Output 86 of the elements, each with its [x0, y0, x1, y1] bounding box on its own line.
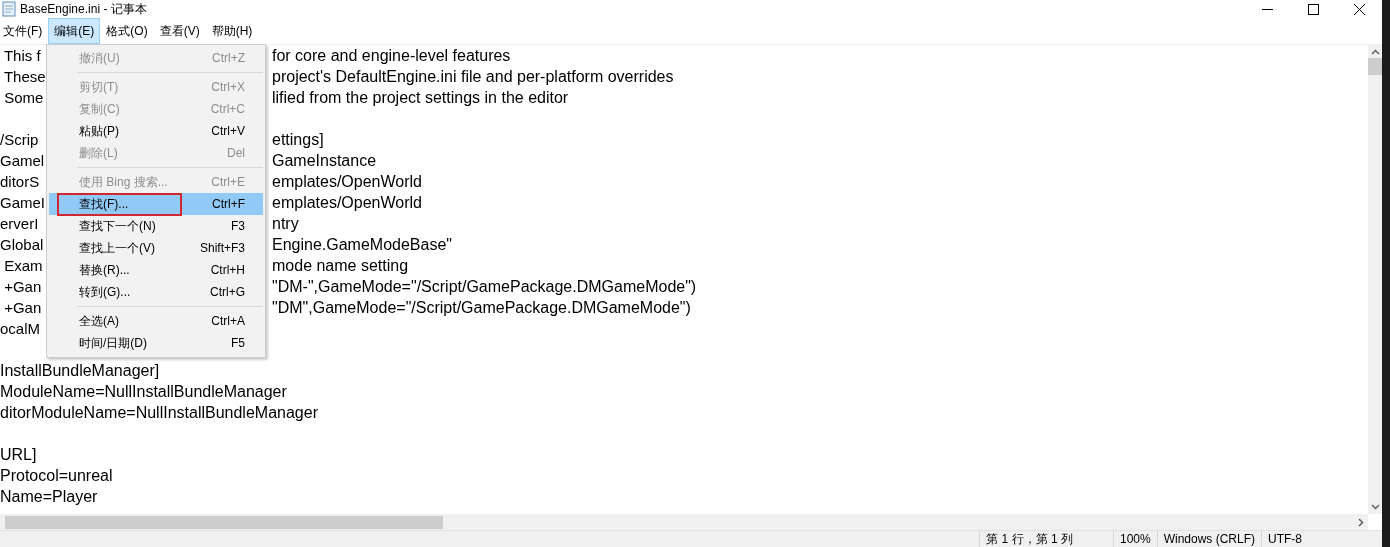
- shortcut-label: Shift+F3: [199, 240, 245, 257]
- menu-item[interactable]: 查找(F)... Ctrl+F: [49, 193, 263, 215]
- window-title: BaseEngine.ini - 记事本: [20, 1, 147, 18]
- text-line: ditorS: [0, 172, 41, 192]
- text-line: This f: [2, 46, 42, 66]
- status-field: 100%: [1112, 531, 1157, 547]
- text-line: project's DefaultEngine.ini file and per-platform overrides: [272, 67, 674, 87]
- menu-item[interactable]: 编辑(E): [48, 18, 101, 44]
- text-line: ModuleName=NullInstallBundleManager: [0, 382, 287, 402]
- menu-item[interactable]: 全选(A) Ctrl+A: [49, 310, 263, 332]
- text-line: emplates/OpenWorld: [272, 193, 422, 213]
- scroll-down-icon[interactable]: [1370, 504, 1380, 510]
- minimize-icon: [1261, 8, 1273, 10]
- text-line: Protocol=unreal: [0, 466, 113, 486]
- shortcut-label: Ctrl+V: [211, 123, 245, 140]
- text-line: +Gan: [3, 277, 43, 297]
- shortcut-label: Ctrl+F: [212, 196, 245, 213]
- menu-item-label: 查找(F)...: [79, 196, 129, 213]
- menu-item-label: 转到(G)...: [79, 284, 131, 301]
- text-line: Global: [0, 235, 44, 255]
- text-line: /Scrip: [0, 130, 40, 150]
- menu-item-label: 时间/日期(D): [79, 335, 147, 352]
- text-line: lified from the project settings in the editor: [272, 88, 569, 108]
- status-field: UTF-8: [1261, 531, 1382, 547]
- menu-item-label: 撤消(U): [79, 50, 120, 67]
- shortcut-label: Ctrl+Z: [212, 50, 245, 67]
- menu-item-label: 替换(R)...: [79, 262, 130, 279]
- text-line: These: [2, 67, 44, 87]
- scroll-right-icon[interactable]: [1358, 517, 1364, 527]
- text-line: ocalM: [0, 319, 41, 339]
- scroll-thumb[interactable]: [5, 515, 443, 529]
- close-icon: [1353, 3, 1365, 15]
- notepad-icon: [2, 1, 16, 17]
- shortcut-label: Ctrl+A: [211, 313, 245, 330]
- text-line: ettings]: [272, 130, 324, 150]
- shortcut-label: Del: [227, 145, 245, 162]
- shortcut-label: Ctrl+G: [210, 284, 245, 301]
- menu-item-label: 删除(L): [79, 145, 118, 162]
- menu-item[interactable]: 帮助(H): [205, 18, 259, 44]
- menu-item[interactable]: 查找下一个(N) F3: [49, 215, 263, 237]
- text-line: Name=Player: [0, 487, 98, 507]
- text-line: for core and engine-level features: [272, 46, 511, 66]
- horizontal-scrollbar[interactable]: [0, 514, 1368, 530]
- menu-item-label: 粘贴(P): [79, 123, 119, 140]
- shortcut-label: Ctrl+E: [211, 174, 245, 191]
- menu-item[interactable]: 文件(F): [0, 18, 49, 44]
- text-line: URL]: [0, 445, 37, 465]
- text-line: "DM",GameMode="/Script/GamePackage.DMGameMode"): [272, 298, 691, 318]
- menu-item[interactable]: 时间/日期(D) F5: [49, 332, 263, 354]
- maximize-icon: [1307, 3, 1319, 15]
- shortcut-label: F5: [231, 335, 245, 352]
- menu-item[interactable]: 转到(G)... Ctrl+G: [49, 281, 263, 303]
- text-line: Exam: [3, 256, 44, 276]
- menu-item-label: 查找下一个(N): [79, 218, 156, 235]
- text-line: +Gan: [3, 298, 43, 318]
- scroll-thumb[interactable]: [1368, 58, 1382, 75]
- text-line: GameInstance: [272, 151, 377, 171]
- text-line: Some: [3, 88, 44, 108]
- menu-item[interactable]: 格式(O): [100, 18, 154, 44]
- shortcut-label: Ctrl+X: [211, 79, 245, 96]
- text-line: GameI: [0, 193, 44, 213]
- text-line: mode name setting: [272, 256, 409, 276]
- text-line: Engine.GameModeBase": [272, 235, 452, 255]
- text-line: emplates/OpenWorld: [272, 172, 422, 192]
- vertical-scrollbar[interactable]: [1368, 45, 1382, 514]
- menu-item-label: 全选(A): [79, 313, 119, 330]
- text-line: "DM-",GameMode="/Script/GamePackage.DMGameMode"): [272, 277, 697, 297]
- text-line: erverI: [0, 214, 40, 234]
- shortcut-label: F3: [231, 218, 245, 235]
- status-field: 第 1 行，第 1 列: [979, 531, 1113, 547]
- menu-item-label: 查找上一个(V): [79, 240, 155, 257]
- shortcut-label: Ctrl+C: [210, 101, 245, 118]
- text-line: InstallBundleManager]: [0, 361, 160, 381]
- menu-item[interactable]: 粘贴(P) Ctrl+V: [49, 120, 263, 142]
- scroll-up-icon[interactable]: [1370, 49, 1380, 55]
- menu-item-label: 剪切(T): [79, 79, 119, 96]
- menu-item-label: 使用 Bing 搜索...: [79, 174, 168, 191]
- menu-item[interactable]: 查看(V): [153, 18, 206, 44]
- menu-item[interactable]: 替换(R)... Ctrl+H: [49, 259, 263, 281]
- text-line: ntry: [272, 214, 299, 234]
- menu-item[interactable]: 查找上一个(V) Shift+F3: [49, 237, 263, 259]
- text-line: Gamel: [0, 151, 44, 171]
- status-field: Windows (CRLF): [1156, 531, 1261, 547]
- menu-item-label: 复制(C): [79, 101, 120, 118]
- text-line: ditorModuleName=NullInstallBundleManager: [0, 403, 318, 423]
- shortcut-label: Ctrl+H: [210, 262, 245, 279]
